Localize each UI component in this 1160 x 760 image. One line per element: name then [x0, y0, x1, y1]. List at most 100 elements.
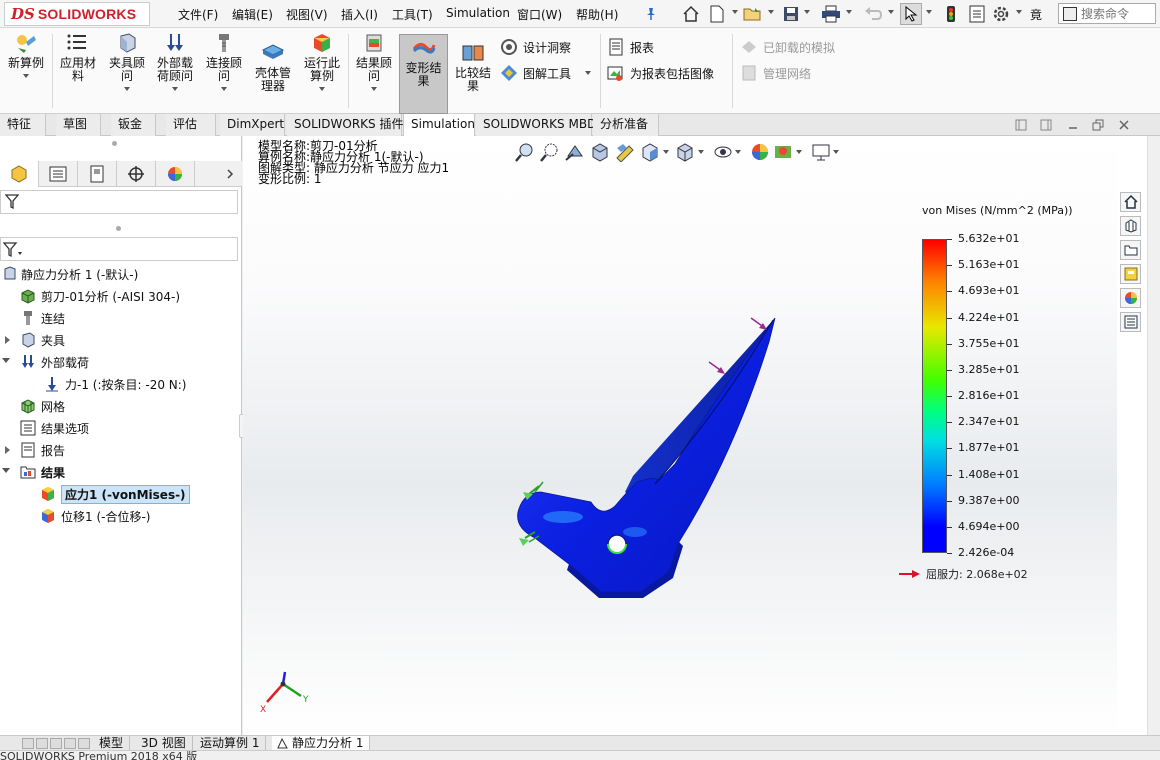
deformed-result-button[interactable]: 变形结果 [399, 34, 448, 114]
appearances-button[interactable] [1120, 288, 1141, 308]
tab-dimxpert[interactable]: DimXpert [220, 114, 285, 136]
file-explorer-button[interactable] [1120, 240, 1141, 260]
design-library-button[interactable] [1120, 216, 1141, 236]
tab-sheet-metal[interactable]: 钣金 [111, 114, 156, 136]
menu-help[interactable]: 帮助(H) [576, 6, 618, 23]
tree-part-node[interactable]: 剪刀-01分析 (-AISI 304-) [20, 286, 180, 306]
vertical-scrollbar[interactable] [1147, 136, 1160, 748]
apply-material-button[interactable]: 应用材料 [56, 32, 100, 83]
tab-simulation[interactable]: Simulation [403, 114, 475, 136]
chevron-down-icon[interactable] [663, 150, 669, 154]
solidworks-resources-button[interactable] [1120, 192, 1141, 212]
open-folder-icon[interactable] [742, 3, 764, 25]
tab-3d-view[interactable]: 3D 视图 [135, 736, 193, 751]
menu-file[interactable]: 文件(F) [178, 6, 218, 23]
chevron-down-icon[interactable] [768, 10, 774, 14]
chevron-down-icon[interactable] [698, 150, 704, 154]
minimize-icon[interactable] [1067, 119, 1079, 131]
search-box[interactable] [1058, 3, 1156, 24]
menu-edit[interactable]: 编辑(E) [232, 6, 273, 23]
chevron-down-icon[interactable] [926, 10, 932, 14]
chevron-down-icon[interactable] [732, 10, 738, 14]
tree-displacement-result-node[interactable]: 位移1 (-合位移-) [40, 506, 150, 526]
tab-solidworks-mbd[interactable]: SOLIDWORKS MBD [476, 114, 596, 136]
tree-fixtures-node[interactable]: 夹具 [20, 330, 65, 350]
pin-icon[interactable] [640, 3, 662, 25]
tab-static-study[interactable]: 静应力分析 1 [272, 736, 371, 751]
tree-mesh-node[interactable]: 网格 [20, 396, 65, 416]
chevron-down-icon[interactable] [585, 71, 592, 75]
tab-features[interactable]: 特征 [0, 114, 46, 136]
zoom-to-area-icon[interactable] [540, 142, 560, 162]
menu-window[interactable]: 窗口(W) [517, 6, 562, 23]
new-document-icon[interactable] [706, 3, 728, 25]
undo-icon[interactable] [862, 3, 884, 25]
design-insight-button[interactable]: 设计洞察 [500, 38, 571, 56]
shell-manager-button[interactable]: 壳体管理器 [250, 42, 296, 93]
tree-result-options-node[interactable]: 结果选项 [20, 418, 89, 438]
last-tab-arrow[interactable] [64, 738, 76, 749]
chevron-down-icon[interactable] [221, 87, 227, 91]
tab-evaluate[interactable]: 评估 [166, 114, 216, 136]
property-manager-tab[interactable] [39, 161, 78, 187]
apply-scene-icon[interactable] [773, 142, 793, 162]
zoom-to-fit-icon[interactable] [515, 142, 535, 162]
feature-manager-tab[interactable] [0, 161, 39, 187]
solidworks-logo[interactable]: DS SOLIDWORKS [4, 2, 150, 26]
configuration-manager-tab[interactable] [78, 161, 117, 187]
save-icon[interactable] [780, 3, 802, 25]
chevron-down-icon[interactable] [23, 74, 29, 78]
home-icon[interactable] [680, 3, 702, 25]
chevron-down-icon[interactable] [735, 150, 741, 154]
chevron-right-icon[interactable] [5, 446, 10, 454]
menu-tools[interactable]: 工具(T) [392, 6, 433, 23]
tree-external-loads-node[interactable]: 外部载荷 [20, 352, 89, 372]
results-advisor-button[interactable]: 结果顾问 [352, 32, 396, 91]
menu-view[interactable]: 视图(V) [286, 6, 328, 23]
chevron-down-icon[interactable] [833, 150, 839, 154]
section-view-icon[interactable] [590, 142, 610, 162]
new-study-button[interactable]: 新算例 [4, 32, 48, 78]
first-tab-arrow[interactable] [22, 738, 34, 749]
chevron-down-icon[interactable] [796, 150, 802, 154]
tree-stress-result-node[interactable]: 应力1 (-vonMises-) [40, 484, 190, 504]
chevron-down-icon[interactable] [2, 468, 10, 473]
stress-plot-part[interactable] [483, 296, 813, 606]
search-input[interactable] [1081, 6, 1151, 21]
tree-force-node[interactable]: 力-1 (:按条目: -20 N:) [44, 374, 186, 394]
report-button[interactable]: 报表 [607, 38, 654, 56]
chevron-down-icon[interactable] [846, 10, 852, 14]
plot-tools-button[interactable]: 图解工具 [500, 64, 592, 82]
gear-icon[interactable] [990, 3, 1012, 25]
feature-filter[interactable] [0, 190, 238, 214]
chevron-down-icon[interactable] [172, 87, 178, 91]
unloaded-sims-button[interactable]: 已卸载的模拟 [740, 38, 835, 56]
menu-simulation[interactable]: Simulation [446, 6, 510, 20]
chevron-down-icon[interactable] [371, 87, 377, 91]
next-tab-arrow[interactable] [50, 738, 62, 749]
view-orientation-icon[interactable] [640, 142, 660, 162]
menu-insert[interactable]: 插入(I) [341, 6, 378, 23]
compare-results-button[interactable]: 比较结果 [452, 42, 494, 93]
chevron-right-icon[interactable] [226, 169, 234, 179]
previous-tab-arrow[interactable] [36, 738, 48, 749]
chevron-down-icon[interactable] [804, 10, 810, 14]
force-arrow-middle[interactable] [708, 361, 725, 374]
chevron-down-icon[interactable] [888, 10, 894, 14]
tree-connections-node[interactable]: 连结 [20, 308, 65, 328]
view-settings-icon[interactable] [811, 142, 831, 162]
tree-report-node[interactable]: 报告 [20, 440, 65, 460]
tab-sketch[interactable]: 草图 [56, 114, 101, 136]
graphics-viewport[interactable]: 模型名称:剪刀-01分析 算例名称:静应力分析 1(-默认-) 图解类型: 静应… [243, 136, 1117, 735]
tree-results-node[interactable]: 结果 [20, 462, 65, 482]
edit-appearance-icon[interactable] [750, 142, 770, 162]
display-style-icon[interactable] [675, 142, 695, 162]
external-loads-advisor-button[interactable]: 外部载荷顾问 [152, 32, 198, 91]
tab-scroll-end-arrow[interactable] [78, 738, 90, 749]
panel-splitter-handle[interactable] [112, 141, 117, 146]
run-study-button[interactable]: 运行此算例 [300, 32, 344, 91]
tile-right-icon[interactable] [1040, 119, 1052, 131]
chevron-down-icon[interactable] [124, 87, 130, 91]
custom-properties-button[interactable] [1120, 312, 1141, 332]
force-arrow-top[interactable] [750, 317, 767, 330]
